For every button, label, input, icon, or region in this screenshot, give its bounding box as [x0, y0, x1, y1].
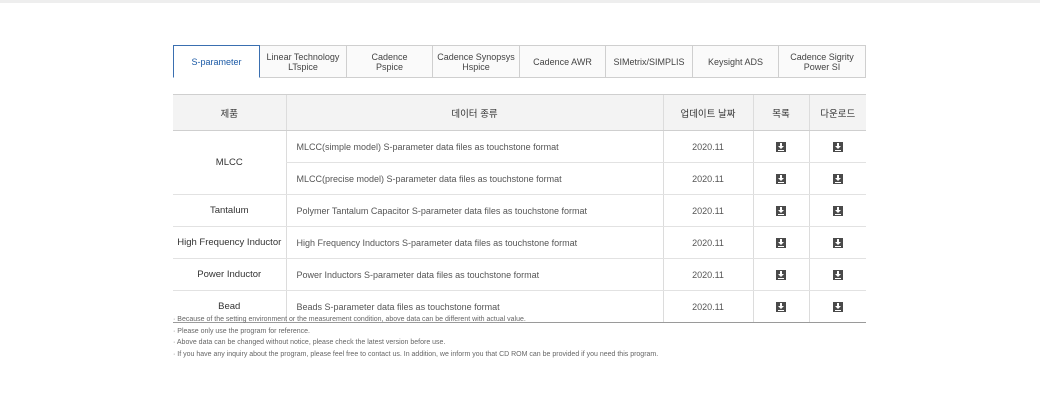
download-table: 제품 데이터 종류 업데이트 날짜 목록 다운로드 MLCC MLCC(simp… [173, 94, 866, 323]
date-cell: 2020.11 [662, 162, 753, 195]
table-row: Power Inductor Power Inductors S-paramet… [173, 258, 866, 291]
tab-keysight-ads[interactable]: Keysight ADS [693, 45, 779, 77]
download-cell [808, 226, 866, 259]
date-cell: 2020.11 [662, 226, 753, 259]
download-icon[interactable] [776, 301, 786, 312]
product-cell: Power Inductor [173, 258, 286, 291]
download-icon[interactable] [832, 237, 843, 248]
download-cell [808, 258, 866, 291]
download-icon[interactable] [776, 141, 786, 152]
tab-pspice[interactable]: Cadence Pspice [347, 45, 433, 77]
header-update-date: 업데이트 날짜 [662, 94, 753, 131]
disclaimer-notes: · Because of the setting environment or … [173, 314, 866, 361]
data-type-cell: MLCC(simple model) S-parameter data file… [285, 130, 663, 163]
list-cell [752, 162, 809, 195]
data-type-cell: Power Inductors S-parameter data files a… [285, 258, 663, 291]
note-line: · If you have any inquiry about the prog… [173, 351, 659, 359]
date-cell: 2020.11 [662, 258, 753, 291]
download-icon[interactable] [776, 205, 786, 216]
note-line: · Please only use the program for refere… [173, 327, 310, 335]
download-icon[interactable] [776, 269, 786, 280]
data-type-cell: Polymer Tantalum Capacitor S-parameter d… [285, 194, 663, 227]
tab-sigrity-power-si[interactable]: Cadence Sigrity Power SI [779, 45, 866, 77]
list-cell [752, 130, 809, 163]
download-icon[interactable] [776, 237, 786, 248]
product-cell: MLCC [173, 130, 286, 195]
date-cell: 2020.11 [662, 194, 753, 227]
download-cell [808, 194, 866, 227]
data-type-cell: High Frequency Inductors S-parameter dat… [285, 226, 663, 259]
top-divider [0, 0, 1040, 3]
download-cell [808, 130, 866, 163]
header-product: 제품 [173, 94, 286, 131]
product-cell: Tantalum [173, 194, 286, 227]
list-cell [752, 194, 809, 227]
download-icon[interactable] [832, 269, 843, 280]
date-cell: 2020.11 [662, 130, 753, 163]
tab-hspice[interactable]: Cadence Synopsys Hspice [433, 45, 520, 77]
simulator-tabs: S-parameter Linear Technology LTspice Cad… [173, 45, 866, 78]
header-download: 다운로드 [808, 94, 866, 131]
data-type-cell: MLCC(precise model) S-parameter data fil… [285, 162, 663, 195]
list-cell [752, 226, 809, 259]
tab-s-parameter[interactable]: S-parameter [173, 45, 260, 78]
table-row: High Frequency Inductor High Frequency I… [173, 226, 866, 259]
table-row: MLCC MLCC(simple model) S-parameter data… [173, 130, 866, 195]
tab-cadence-awr[interactable]: Cadence AWR [520, 45, 606, 77]
tab-ltspice[interactable]: Linear Technology LTspice [260, 45, 347, 77]
tab-simetrix-simplis[interactable]: SIMetrix/SIMPLIS [606, 45, 693, 77]
header-list: 목록 [752, 94, 809, 131]
download-cell [808, 162, 866, 195]
table-row: Tantalum Polymer Tantalum Capacitor S-pa… [173, 194, 866, 227]
download-icon[interactable] [832, 205, 843, 216]
product-cell: High Frequency Inductor [173, 226, 286, 259]
download-icon[interactable] [832, 173, 843, 184]
download-icon[interactable] [832, 141, 843, 152]
list-cell [752, 258, 809, 291]
note-line: · Because of the setting environment or … [173, 316, 526, 323]
note-line: · Above data can be changed without noti… [173, 339, 446, 347]
download-icon[interactable] [776, 173, 786, 184]
download-icon[interactable] [832, 301, 843, 312]
table-header-row: 제품 데이터 종류 업데이트 날짜 목록 다운로드 [173, 94, 866, 131]
header-data-type: 데이터 종류 [285, 94, 663, 131]
